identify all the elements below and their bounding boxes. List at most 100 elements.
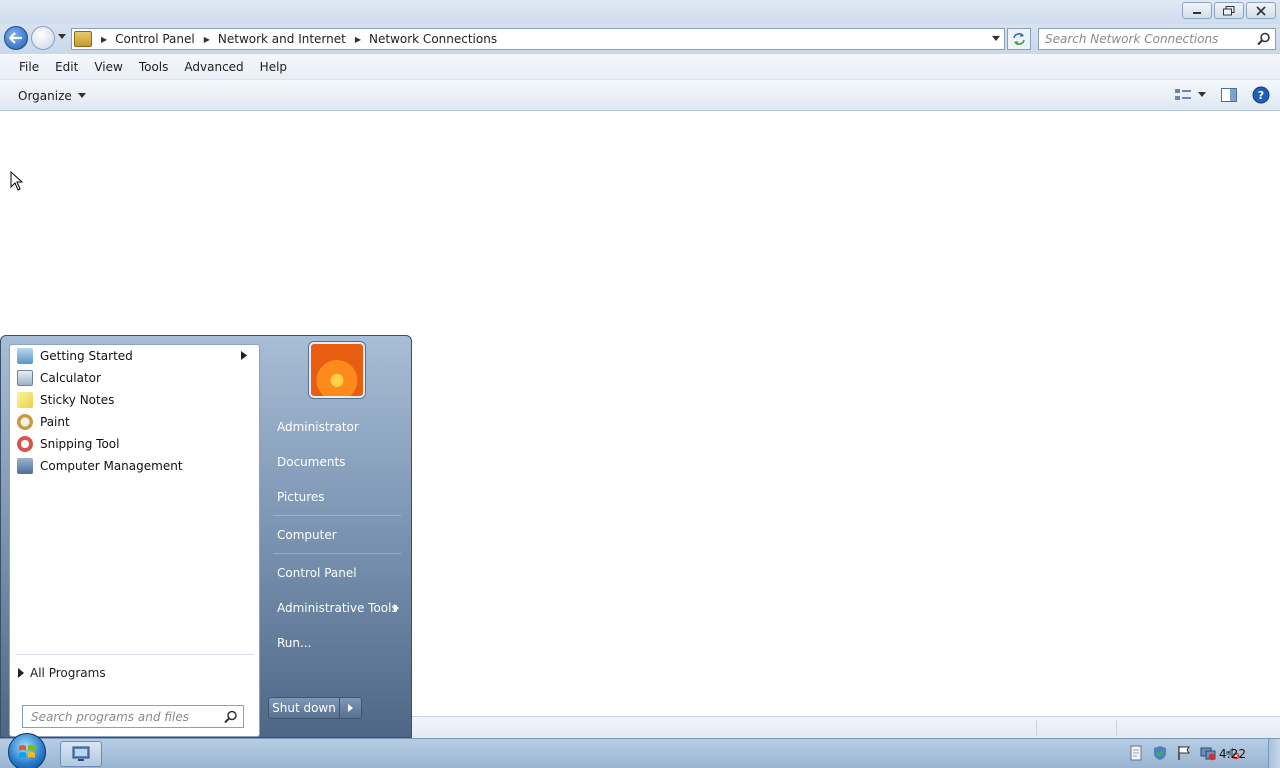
start-item-label: Administrator: [277, 420, 359, 434]
start-item-administrator[interactable]: Administrator: [269, 414, 405, 440]
preview-pane-icon[interactable]: [1220, 87, 1238, 103]
status-divider: [1036, 720, 1037, 736]
start-item-label: Computer: [277, 528, 337, 542]
breadcrumb-separator-icon[interactable]: ▶: [355, 35, 361, 44]
program-label: Paint: [40, 415, 70, 429]
network-icon[interactable]: [1200, 745, 1216, 761]
windows-logo-icon: [19, 745, 35, 758]
user-picture[interactable]: [309, 342, 365, 398]
search-input[interactable]: [1045, 29, 1255, 49]
start-right-separator: [273, 515, 401, 516]
menu-help[interactable]: Help: [252, 58, 295, 76]
start-search-box[interactable]: [22, 705, 244, 728]
change-view-button[interactable]: [1174, 87, 1206, 103]
program-computer-management[interactable]: Computer Management: [13, 455, 257, 477]
submenu-arrow-icon: [18, 668, 24, 678]
back-button[interactable]: [4, 26, 28, 50]
menu-tools[interactable]: Tools: [131, 58, 177, 76]
recent-pages-dropdown-icon[interactable]: [58, 34, 66, 40]
paint-icon: [17, 414, 33, 430]
shutdown-control: Shut down: [268, 697, 362, 719]
submenu-arrow-icon: [241, 351, 247, 360]
all-programs-button[interactable]: All Programs: [18, 666, 106, 680]
mouse-cursor-icon: [10, 171, 24, 191]
start-item-label: Administrative Tools: [277, 601, 398, 615]
action-center-flag-icon[interactable]: [1176, 745, 1192, 761]
chevron-right-icon: [348, 704, 353, 712]
start-search-input[interactable]: [31, 706, 221, 727]
chevron-down-icon: [1198, 92, 1206, 97]
refresh-icon: [1013, 33, 1025, 45]
search-icon[interactable]: [1257, 32, 1271, 49]
back-arrow-icon: [9, 32, 22, 44]
menu-edit[interactable]: Edit: [47, 58, 86, 76]
breadcrumb-separator-icon[interactable]: ▶: [204, 35, 210, 44]
menu-file[interactable]: File: [11, 58, 47, 76]
help-icon[interactable]: ?: [1252, 86, 1270, 104]
organize-button[interactable]: Organize: [12, 87, 92, 105]
start-item-control-panel[interactable]: Control Panel: [269, 560, 405, 586]
minimize-button[interactable]: [1182, 2, 1212, 19]
document-icon[interactable]: [1128, 745, 1144, 761]
program-sticky-notes[interactable]: Sticky Notes: [13, 389, 257, 411]
program-label: Getting Started: [40, 349, 133, 363]
restore-button[interactable]: [1214, 2, 1244, 19]
snipping-tool-icon: [17, 436, 33, 452]
start-item-run[interactable]: Run...: [269, 630, 405, 656]
computer-management-icon: [17, 458, 33, 474]
close-icon: [1256, 5, 1266, 16]
show-desktop-button[interactable]: [1268, 739, 1280, 768]
start-item-documents[interactable]: Documents: [269, 449, 405, 475]
getting-started-icon: [17, 348, 33, 364]
security-shield-icon[interactable]: [1152, 745, 1168, 761]
address-box[interactable]: ▶ Control Panel ▶ Network and Internet ▶…: [71, 28, 1005, 50]
start-menu: Getting Started Calculator Sticky Notes …: [0, 335, 412, 738]
address-dropdown-icon[interactable]: [992, 36, 1000, 42]
program-calculator[interactable]: Calculator: [13, 367, 257, 389]
breadcrumb-network-connections[interactable]: Network Connections: [369, 32, 497, 46]
restore-icon: [1223, 5, 1235, 15]
program-label: Computer Management: [40, 459, 183, 473]
start-item-label: Control Panel: [277, 566, 357, 580]
network-connections-icon: [72, 746, 90, 761]
menu-view[interactable]: View: [86, 58, 130, 76]
shutdown-label: Shut down: [272, 701, 336, 715]
taskbar-network-connections[interactable]: [60, 741, 102, 767]
all-programs-label: All Programs: [30, 666, 106, 680]
shutdown-options-button[interactable]: [340, 697, 362, 719]
program-snipping-tool[interactable]: Snipping Tool: [13, 433, 257, 455]
address-bar-row: ▶ Control Panel ▶ Network and Internet ▶…: [0, 24, 1280, 54]
command-bar: Organize ?: [0, 80, 1280, 111]
breadcrumb-separator-icon[interactable]: ▶: [101, 35, 107, 44]
start-right-separator: [273, 553, 401, 554]
programs-separator: [16, 654, 254, 655]
calculator-icon: [17, 370, 33, 386]
chevron-down-icon: [77, 93, 86, 98]
breadcrumb-network-and-internet[interactable]: Network and Internet: [218, 32, 346, 46]
start-item-label: Documents: [277, 455, 346, 469]
search-box[interactable]: [1038, 28, 1276, 50]
start-item-pictures[interactable]: Pictures: [269, 484, 405, 510]
forward-button[interactable]: [31, 26, 55, 50]
program-getting-started[interactable]: Getting Started: [13, 345, 257, 367]
breadcrumb-control-panel[interactable]: Control Panel: [115, 32, 195, 46]
start-item-label: Pictures: [277, 490, 325, 504]
start-menu-programs-pane: Getting Started Calculator Sticky Notes …: [9, 344, 260, 737]
start-item-computer[interactable]: Computer: [269, 522, 405, 548]
program-label: Sticky Notes: [40, 393, 115, 407]
svg-text:?: ?: [1258, 89, 1264, 102]
search-icon[interactable]: [224, 710, 238, 727]
menu-advanced[interactable]: Advanced: [176, 58, 251, 76]
close-button[interactable]: [1246, 2, 1276, 19]
minimize-icon: [1193, 11, 1201, 14]
system-clock[interactable]: 4:22: [1219, 747, 1246, 761]
sticky-notes-icon: [17, 392, 33, 408]
shutdown-button[interactable]: Shut down: [268, 697, 340, 719]
program-paint[interactable]: Paint: [13, 411, 257, 433]
start-item-label: Run...: [277, 636, 312, 650]
refresh-button[interactable]: [1007, 28, 1031, 50]
submenu-arrow-icon: [394, 604, 399, 612]
start-item-administrative-tools[interactable]: Administrative Tools: [269, 595, 405, 621]
start-button[interactable]: [8, 733, 46, 768]
taskbar: 4:22: [0, 733, 1280, 768]
